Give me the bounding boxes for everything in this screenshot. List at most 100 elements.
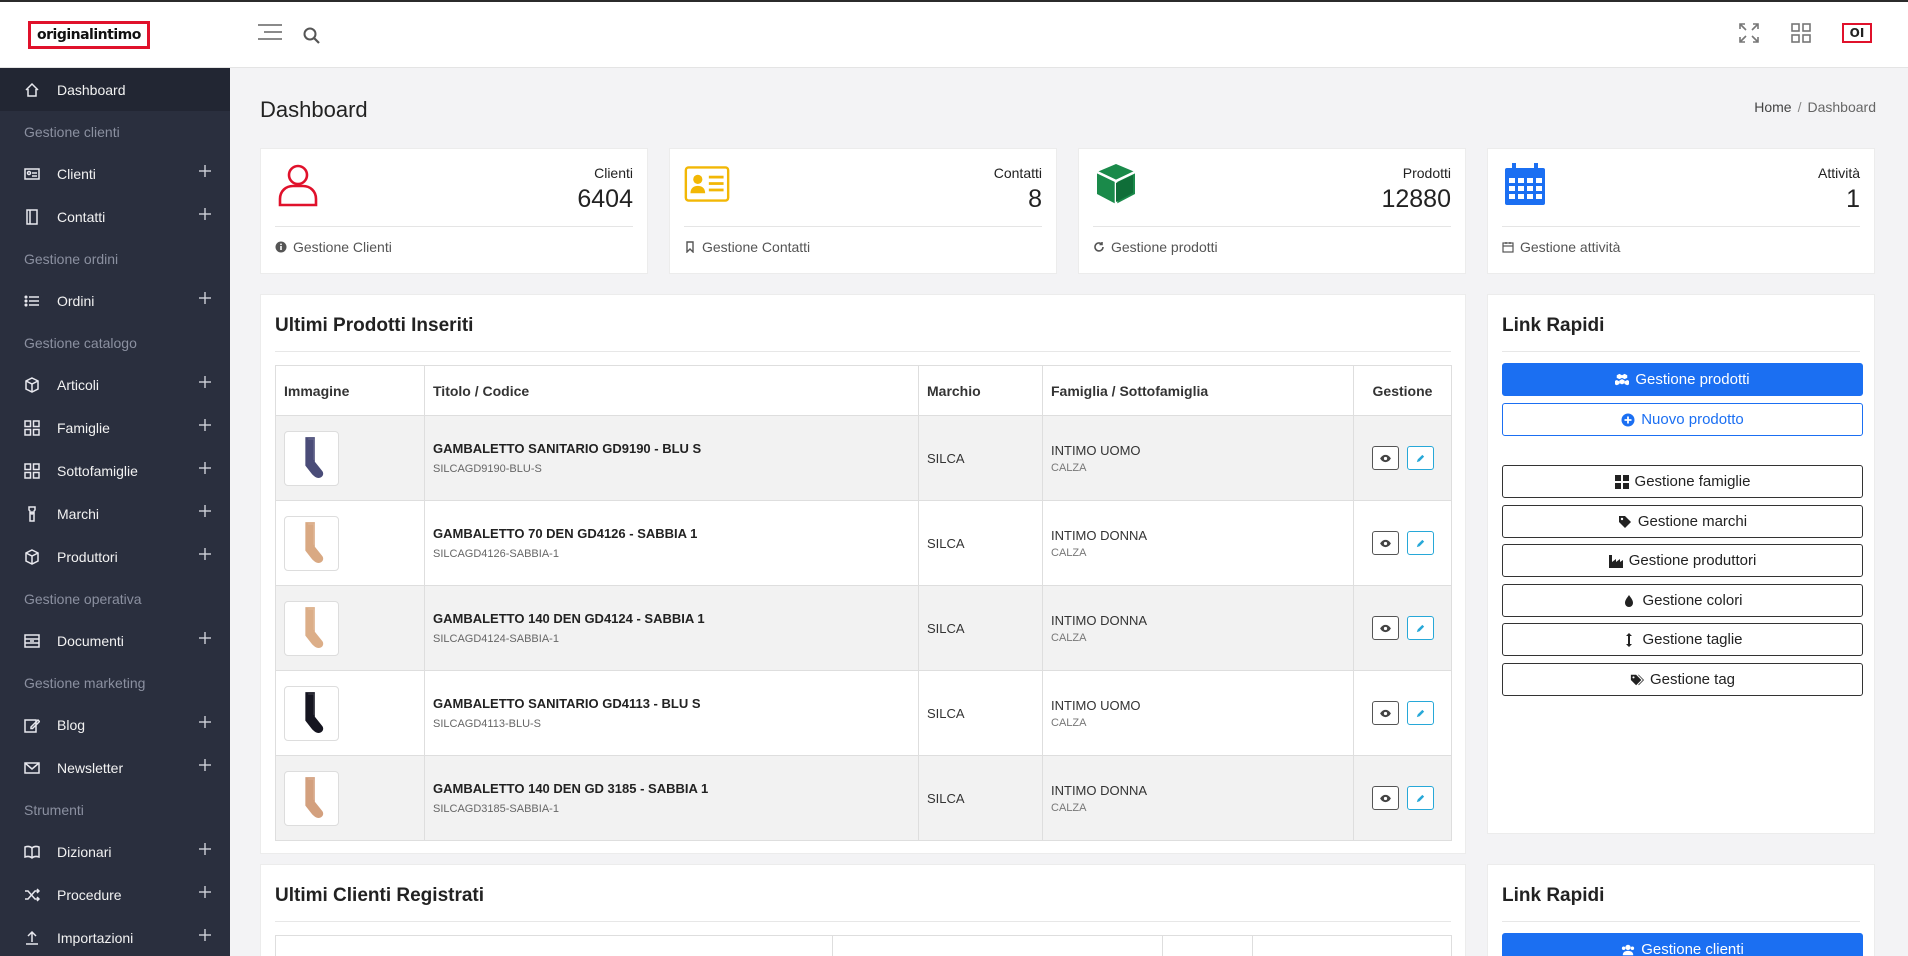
sidebar-item-dizionari[interactable]: Dizionari [0,830,230,873]
list-icon [24,293,40,309]
edit-button[interactable] [1406,701,1434,725]
sidebar-item-dashboard[interactable]: Dashboard [0,68,230,111]
clients-table: Ragione sociale Contatti Stato Gestione … [275,935,1452,956]
apps-grid-icon[interactable] [1790,22,1812,44]
calendar-icon [1505,163,1545,205]
view-button[interactable] [1371,786,1399,810]
edit-button[interactable] [1406,616,1434,640]
plus-icon[interactable] [198,375,212,389]
stat-label: Contatti [993,165,1042,181]
product-image-cell [275,500,425,586]
gestione-prodotti-button[interactable]: Gestione prodotti [1502,363,1863,396]
product-thumbnail[interactable] [284,515,339,571]
sidebar-item-blog[interactable]: Blog [0,703,230,746]
calendar-small-icon [1502,242,1514,253]
product-family: INTIMO UOMO [1051,442,1141,458]
plus-icon[interactable] [198,842,212,856]
fullscreen-icon[interactable] [1738,22,1760,44]
gestione-marchi-button[interactable]: Gestione marchi [1502,505,1863,538]
product-title[interactable]: GAMBALETTO SANITARIO GD4113 - BLU S [433,696,918,711]
sidebar-item-newsletter[interactable]: Newsletter [0,746,230,789]
product-title[interactable]: GAMBALETTO 140 DEN GD4124 - SABBIA 1 [433,611,918,626]
sidebar-section-gestione-catalogo: Gestione catalogo [24,334,137,351]
sidebar-item-articoli[interactable]: Articoli [0,363,230,406]
stat-link-clienti[interactable]: Gestione Clienti [275,239,392,255]
user-avatar[interactable]: OI [1842,23,1872,43]
plus-icon[interactable] [198,715,212,729]
column-header: Gestione rapida [1252,935,1452,956]
product-brand: SILCA [918,500,1043,586]
brand: originalintimo [0,2,230,68]
gestione-taglie-button[interactable]: Gestione taglie [1502,623,1863,656]
product-title-cell: GAMBALETTO SANITARIO GD9190 - BLU S SILC… [424,415,919,501]
sidebar-item-famiglie[interactable]: Famiglie [0,406,230,449]
product-title-cell: GAMBALETTO 140 DEN GD 3185 - SABBIA 1 SI… [424,755,919,841]
product-subfamily: CALZA [1051,631,1087,644]
sidebar-item-documenti[interactable]: Documenti [0,619,230,662]
product-thumbnail[interactable] [284,770,339,826]
sidebar-item-marchi[interactable]: Marchi [0,492,230,535]
sidebar-section-gestione-marketing: Gestione marketing [24,674,146,691]
gestione-colori-button[interactable]: Gestione colori [1502,584,1863,617]
sidebar-item-clienti[interactable]: Clienti [0,152,230,195]
column-header: Gestione [1353,365,1452,416]
edit-button[interactable] [1406,531,1434,555]
plus-icon[interactable] [198,504,212,518]
sidebar-item-sottofamiglie[interactable]: Sottofamiglie [0,449,230,492]
view-button[interactable] [1371,616,1399,640]
product-thumbnail[interactable] [284,600,339,656]
stat-value: 12880 [1381,185,1451,213]
sidebar-item-ordini[interactable]: Ordini [0,279,230,322]
gestione-tag-button[interactable]: Gestione tag [1502,663,1863,696]
nuovo-prodotto-button[interactable]: Nuovo prodotto [1502,403,1863,436]
product-title[interactable]: GAMBALETTO SANITARIO GD9190 - BLU S [433,441,918,456]
gestione-clienti-button[interactable]: Gestione clienti [1502,933,1863,956]
plus-icon[interactable] [198,547,212,561]
plus-icon[interactable] [198,418,212,432]
plus-icon[interactable] [198,291,212,305]
stat-link-prodotti[interactable]: Gestione prodotti [1093,239,1218,255]
stat-label: Attività [1817,165,1860,181]
panel-title: Ultimi Clienti Registrati [275,885,485,906]
plus-icon[interactable] [198,885,212,899]
plus-icon[interactable] [198,461,212,475]
edit-button[interactable] [1406,786,1434,810]
view-button[interactable] [1371,531,1399,555]
sidebar-item-label: Contatti [57,208,106,225]
product-title[interactable]: GAMBALETTO 140 DEN GD 3185 - SABBIA 1 [433,781,918,796]
stat-link-contatti[interactable]: Gestione Contatti [684,239,810,255]
logo[interactable]: originalintimo [28,21,150,49]
plus-circle-icon [1621,413,1635,427]
sidebar-item-produttori[interactable]: Produttori [0,535,230,578]
search-icon[interactable] [302,26,322,46]
gestione-famiglie-button[interactable]: Gestione famiglie [1502,465,1863,498]
cube-icon [1096,164,1136,204]
sidebar-item-contatti[interactable]: Contatti [0,195,230,238]
column-header: Famiglia / Sottofamiglia [1042,365,1354,416]
plus-icon[interactable] [198,164,212,178]
plus-icon[interactable] [198,928,212,942]
product-code: SILCAGD4124-SABBIA-1 [433,633,559,645]
panel-title: Ultimi Prodotti Inseriti [275,315,474,336]
stat-link-attivita[interactable]: Gestione attività [1502,239,1620,255]
view-button[interactable] [1371,446,1399,470]
gestione-produttori-button[interactable]: Gestione produttori [1502,544,1863,577]
sidebar-item-importazioni[interactable]: Importazioni [0,916,230,956]
plus-icon[interactable] [198,207,212,221]
sidebar-section-gestione-clienti: Gestione clienti [24,123,120,140]
product-code: SILCAGD4126-SABBIA-1 [433,548,559,560]
product-title-cell: GAMBALETTO 140 DEN GD4124 - SABBIA 1 SIL… [424,585,919,671]
plus-icon[interactable] [198,758,212,772]
view-button[interactable] [1371,701,1399,725]
edit-button[interactable] [1406,446,1434,470]
menu-icon[interactable] [258,24,282,46]
sidebar-item-procedure[interactable]: Procedure [0,873,230,916]
breadcrumb-home[interactable]: Home [1754,99,1791,115]
product-subfamily: CALZA [1051,801,1087,814]
product-title[interactable]: GAMBALETTO 70 DEN GD4126 - SABBIA 1 [433,526,918,541]
sidebar-item-label: Sottofamiglie [57,462,138,479]
table-row: GAMBALETTO 70 DEN GD4126 - SABBIA 1 SILC… [275,500,1452,586]
plus-icon[interactable] [198,631,212,645]
product-thumbnail[interactable] [284,430,339,486]
product-thumbnail[interactable] [284,685,339,741]
